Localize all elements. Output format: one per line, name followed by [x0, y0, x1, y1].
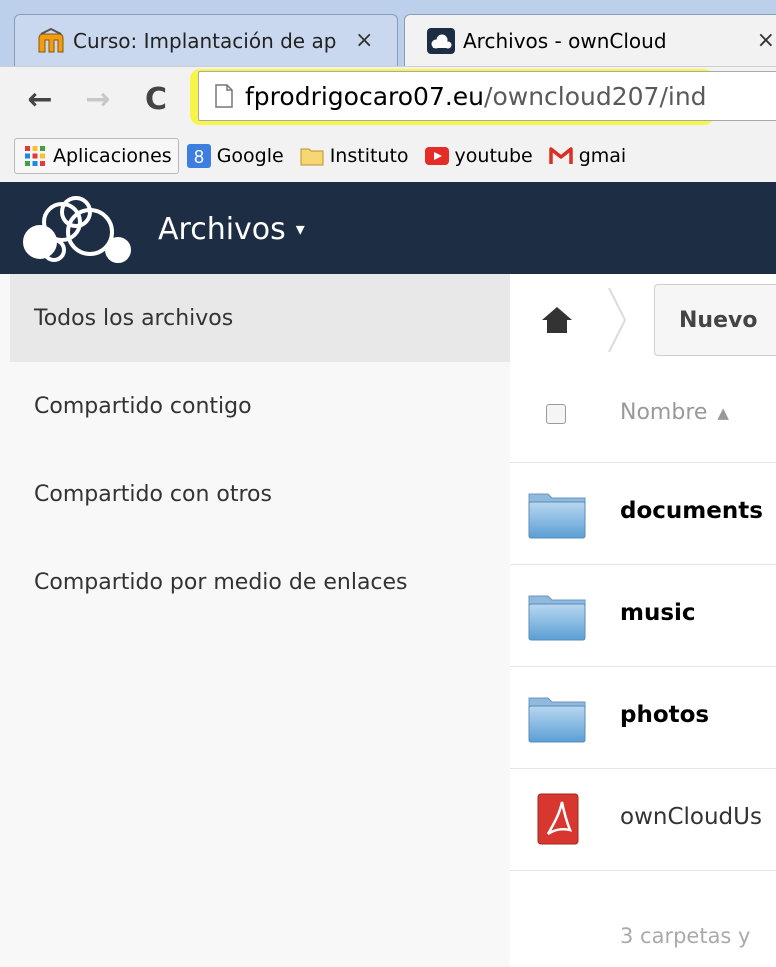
address-bar[interactable]: fprodrigocaro07.eu/owncloud207/ind: [198, 71, 776, 121]
close-icon[interactable]: ×: [345, 28, 391, 53]
file-row-pdf[interactable]: ownCloudUs: [510, 768, 776, 871]
app-menu-toggle[interactable]: Archivos ▾: [158, 212, 305, 247]
forward-arrow-icon: →: [85, 81, 111, 117]
bookmark-label: gmai: [578, 145, 627, 167]
nav-shared-by-link[interactable]: Compartido por medio de enlaces: [10, 538, 510, 626]
tab-title: Archivos - ownCloud: [463, 28, 667, 53]
file-name[interactable]: photos: [620, 702, 709, 728]
folder-icon: [300, 148, 324, 166]
file-name[interactable]: music: [620, 600, 696, 626]
select-all-checkbox[interactable]: [546, 404, 566, 424]
bookmark-label: Aplicaciones: [53, 145, 172, 167]
apps-grid-icon: [25, 146, 45, 166]
breadcrumb-separator-icon: [608, 287, 627, 353]
bookmark-gmail[interactable]: gmai: [541, 138, 635, 174]
nav-shared-with-others[interactable]: Compartido con otros: [10, 450, 510, 538]
moodle-icon: [38, 27, 64, 52]
google-plus-icon: 8: [186, 144, 211, 168]
sort-ascending-icon: ▲: [717, 403, 729, 422]
pdf-icon: [537, 793, 579, 845]
file-row-music[interactable]: music: [510, 564, 776, 667]
caret-down-icon: ▾: [295, 219, 305, 240]
owncloud-header: Archivos ▾: [0, 182, 776, 274]
youtube-icon: [424, 147, 449, 165]
page-icon: [215, 84, 233, 108]
nav-shared-with-you[interactable]: Compartido contigo: [10, 362, 510, 450]
bookmark-aplicaciones[interactable]: Aplicaciones: [14, 138, 179, 174]
url-domain: fprodrigocaro07.eu: [245, 81, 485, 111]
bookmarks-bar: Aplicaciones 8 Google Instituto youtube …: [0, 130, 776, 183]
svg-text:8: 8: [194, 147, 204, 167]
url-text: fprodrigocaro07.eu/owncloud207/ind: [245, 82, 707, 111]
back-button[interactable]: ←: [22, 79, 58, 119]
file-list-header: Nombre ▲: [510, 366, 776, 463]
new-button[interactable]: Nuevo: [654, 284, 776, 356]
forward-button[interactable]: →: [80, 79, 116, 119]
nav-item-label: Todos los archivos: [34, 305, 234, 331]
bookmark-google[interactable]: 8 Google: [179, 138, 292, 174]
close-icon[interactable]: ×: [747, 28, 776, 53]
bookmark-youtube[interactable]: youtube: [417, 138, 541, 174]
bookmark-label: youtube: [454, 145, 533, 167]
file-name[interactable]: documents: [620, 498, 763, 524]
file-row-photos[interactable]: photos: [510, 666, 776, 769]
name-column-header[interactable]: Nombre ▲: [620, 400, 729, 425]
column-label: Nombre: [620, 400, 708, 425]
reload-icon: C: [144, 81, 168, 117]
bookmark-instituto[interactable]: Instituto: [292, 138, 417, 174]
folder-icon: [528, 697, 586, 743]
folder-icon: [528, 595, 586, 641]
file-summary: 3 carpetas y: [620, 924, 751, 948]
browser-tab-owncloud[interactable]: Archivos - ownCloud ×: [404, 14, 776, 66]
nav-item-label: Compartido por medio de enlaces: [34, 569, 408, 595]
bookmark-label: Instituto: [329, 145, 409, 167]
nav-all-files[interactable]: Todos los archivos: [10, 274, 510, 362]
file-list-area: Nuevo Nombre ▲ documents music photos ow…: [510, 274, 776, 967]
url-path: /owncloud207/ind: [484, 81, 707, 111]
owncloud-icon: [427, 27, 455, 54]
app-name: Archivos: [158, 212, 286, 247]
reload-button[interactable]: C: [138, 79, 174, 119]
owncloud-logo-icon[interactable]: [18, 192, 144, 266]
browser-tab-moodle[interactable]: Curso: Implantación de ap ×: [14, 14, 398, 66]
tab-title: Curso: Implantación de ap: [73, 28, 337, 53]
browser-tab-strip: Curso: Implantación de ap × Archivos - o…: [0, 0, 776, 66]
bookmark-label: Google: [216, 145, 284, 167]
gmail-icon: [548, 147, 573, 164]
controls-bar: Nuevo: [510, 274, 776, 366]
app-navigation: Todos los archivos Compartido contigo Co…: [0, 274, 511, 967]
folder-icon: [528, 493, 586, 539]
file-name[interactable]: ownCloudUs: [620, 804, 762, 830]
home-icon[interactable]: [540, 304, 574, 336]
browser-toolbar: ← → C fprodrigocaro07.eu/owncloud207/ind: [0, 66, 776, 131]
file-row-documents[interactable]: documents: [510, 462, 776, 565]
back-arrow-icon: ←: [27, 81, 53, 117]
nav-item-label: Compartido contigo: [34, 393, 252, 419]
nav-item-label: Compartido con otros: [34, 481, 272, 507]
